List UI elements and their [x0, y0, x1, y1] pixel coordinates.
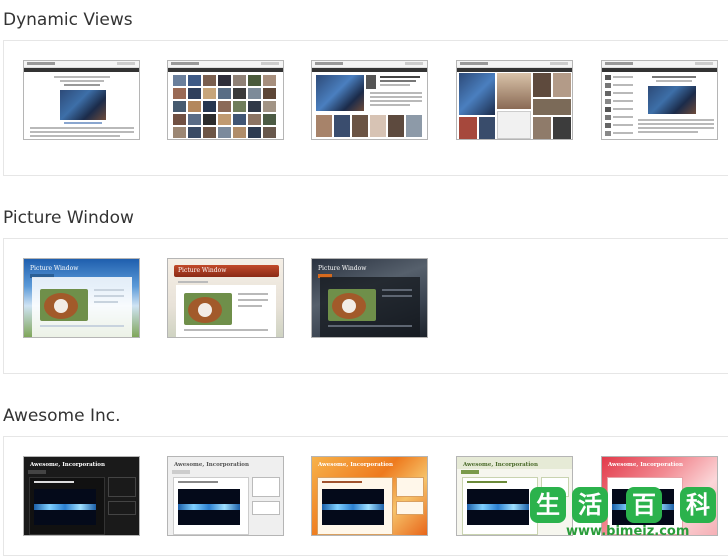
section-title-dynamic-views: Dynamic Views: [3, 10, 133, 30]
site-watermark: 生 活 百 科 www.bimeiz.com: [530, 487, 728, 546]
watermark-char: 科: [680, 487, 716, 523]
theme-thumb-picture-window-blue[interactable]: Picture Window: [23, 258, 140, 338]
theme-thumb-awesome-light[interactable]: Awesome, Incorporation: [167, 456, 284, 536]
theme-thumb-dynamic-classic[interactable]: [23, 60, 140, 140]
theme-thumb-awesome-orange[interactable]: Awesome, Incorporation: [311, 456, 428, 536]
theme-thumb-picture-window-red[interactable]: Picture Window: [167, 258, 284, 338]
watermark-char: 生: [530, 487, 566, 523]
theme-thumb-dynamic-magazine[interactable]: [311, 60, 428, 140]
section-title-picture-window: Picture Window: [3, 208, 134, 228]
watermark-char: 百: [626, 487, 662, 523]
waveform-image: [34, 489, 96, 525]
watermark-url: www.bimeiz.com: [566, 524, 690, 539]
section-title-awesome-inc: Awesome Inc.: [3, 406, 121, 426]
theme-thumb-awesome-dark[interactable]: Awesome, Incorporation: [23, 456, 140, 536]
post-photo: [60, 90, 106, 120]
theme-thumb-dynamic-sidebar[interactable]: [601, 60, 718, 140]
watermark-char: 活: [572, 487, 608, 523]
dynamic-views-panel: [3, 40, 728, 176]
dog-photo: [40, 289, 88, 321]
theme-thumb-dynamic-flipcard[interactable]: [167, 60, 284, 140]
theme-thumb-dynamic-mosaic[interactable]: [456, 60, 573, 140]
picture-window-panel: Picture Window Picture Window Picture Wi…: [3, 238, 728, 374]
theme-thumb-picture-window-dark[interactable]: Picture Window: [311, 258, 428, 338]
